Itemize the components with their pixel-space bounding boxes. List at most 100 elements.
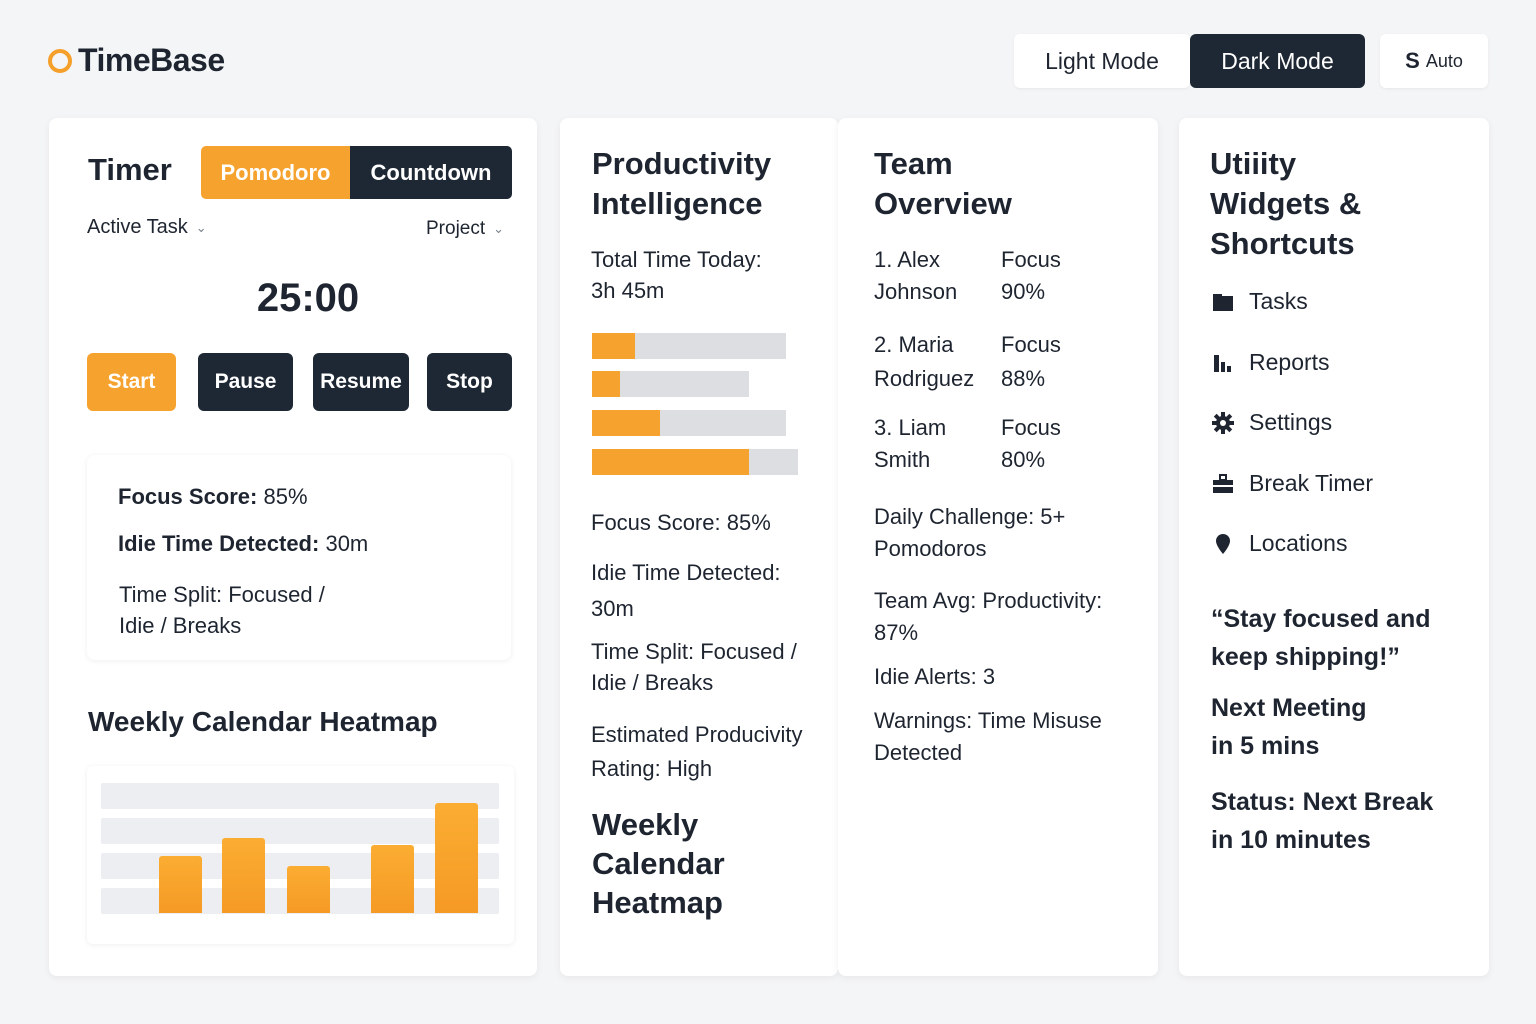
team-member-name-1: 2. Maria: [874, 332, 954, 357]
focus-score-label: Focus Score:: [118, 484, 258, 509]
productivity-bar: [592, 371, 749, 397]
idle-time: Idie Time Detected: 30m: [118, 531, 368, 557]
heatmap-title: Weekly Calendar Heatmap: [88, 706, 438, 737]
team-member-name-2: Johnson: [874, 279, 958, 304]
next-meeting-line-1: Next Meeting: [1211, 694, 1367, 722]
productivity-bar-fill: [592, 371, 620, 397]
total-time-today: Total Time Today: 3h 45m: [591, 244, 762, 306]
shortcut-locations[interactable]: Locations: [1211, 530, 1347, 557]
break-status: Status: Next Break in 10 minutes: [1211, 783, 1433, 859]
warnings: Warnings: Time Misuse Detected: [874, 705, 1102, 769]
idle-alerts: Idie Alerts: 3: [874, 664, 996, 689]
pause-button[interactable]: Pause: [198, 353, 293, 411]
focus-score-value: 85%: [263, 484, 308, 509]
team-title: Team Overview: [874, 144, 1012, 224]
auto-mode-button[interactable]: S Auto: [1380, 34, 1488, 88]
time-split-line-2: Idie / Breaks: [119, 613, 242, 638]
shortcut-reports[interactable]: Reports: [1211, 349, 1330, 376]
briefcase-icon: [1213, 473, 1233, 493]
map-pin-icon: [1216, 533, 1230, 554]
utility-title-line-1: Utiiity: [1210, 146, 1297, 181]
team-member[interactable]: 2. Maria Rodriguez: [874, 328, 974, 396]
team-title-line-1: Team: [874, 146, 953, 181]
logo-ring-icon: [48, 48, 72, 73]
start-button[interactable]: Start: [87, 353, 176, 411]
team-member-name-1: 1. Alex: [874, 247, 941, 272]
team-member-name-2: Rodriguez: [874, 366, 975, 391]
shortcut-tasks[interactable]: Tasks: [1211, 288, 1308, 315]
team-member-name-1: 3. Liam: [874, 415, 947, 440]
project-dropdown[interactable]: Project ⌄: [426, 218, 504, 240]
time-split-line-1: Time Split: Focused /: [119, 582, 325, 607]
timer-display: 25:00: [256, 276, 360, 320]
motivational-quote: “Stay focused and keep shipping!”: [1211, 600, 1431, 676]
warnings-line-2: Detected: [874, 740, 963, 765]
break-status-line-2: in 10 minutes: [1211, 826, 1371, 854]
daily-challenge-line-2: Pomodoros: [874, 536, 987, 561]
productivity-split-line-2: Idie / Breaks: [591, 670, 714, 695]
timer-title: Timer: [88, 152, 172, 187]
team-member[interactable]: 3. Liam Smith: [874, 412, 946, 476]
auto-mode-icon: S: [1405, 48, 1420, 73]
team-member-focus-value: 90%: [1001, 279, 1046, 304]
team-member-focus-label: Focus: [1001, 415, 1061, 440]
productivity-title-line-1: Productivity: [592, 146, 772, 181]
productivity-idle-time: Idie Time Detected: 30m: [591, 555, 781, 627]
productivity-heatmap-title: Weekly Calendar Heatmap: [592, 805, 725, 922]
heatmap-bar: [159, 856, 202, 913]
productivity-rating-line-2: Rating: High: [591, 756, 713, 781]
active-task-dropdown[interactable]: Active Task ⌄: [87, 216, 207, 239]
team-average-line-2: 87%: [874, 620, 919, 645]
productivity-bar: [592, 333, 786, 359]
total-time-value: 3h 45m: [591, 278, 665, 303]
chevron-down-icon: ⌄: [493, 221, 505, 236]
productivity-bar-fill: [592, 449, 749, 475]
tab-pomodoro[interactable]: Pomodoro: [201, 146, 350, 199]
team-member[interactable]: 1. Alex Johnson: [874, 244, 957, 308]
team-member-focus-label: Focus: [1001, 332, 1061, 357]
productivity-heatmap-line-2: Calendar: [592, 846, 725, 881]
tab-countdown[interactable]: Countdown: [350, 146, 512, 199]
team-member-focus-value: 88%: [1001, 366, 1046, 391]
auto-mode-label: Auto: [1425, 50, 1463, 71]
productivity-bar: [592, 449, 798, 475]
productivity-bar-fill: [592, 333, 635, 359]
productivity-title: Productivity Intelligence: [592, 144, 771, 224]
team-member-focus-label: Focus: [1001, 247, 1061, 272]
next-meeting: Next Meeting in 5 mins: [1211, 689, 1367, 765]
dark-mode-button[interactable]: Dark Mode: [1190, 34, 1365, 88]
heatmap-bar: [287, 866, 330, 913]
folder-icon: [1213, 293, 1233, 311]
next-meeting-line-2: in 5 mins: [1211, 732, 1320, 760]
shortcut-label: Reports: [1249, 349, 1330, 375]
productivity-split-line-1: Time Split: Focused /: [591, 639, 797, 664]
productivity-idle-line-1: Idie Time Detected:: [591, 560, 781, 585]
project-label: Project: [426, 218, 486, 239]
light-mode-button[interactable]: Light Mode: [1014, 34, 1190, 88]
utility-title-line-3: Shortcuts: [1210, 226, 1355, 261]
quote-line-1: “Stay focused and: [1211, 605, 1431, 633]
idle-time-value: 30m: [325, 531, 369, 556]
daily-challenge-line-1: Daily Challenge: 5+: [874, 504, 1066, 529]
team-average-line-1: Team Avg: Productivity:: [874, 588, 1103, 613]
productivity-heatmap-line-1: Weekly: [592, 807, 699, 842]
resume-button[interactable]: Resume: [313, 353, 409, 411]
team-member-focus: Focus 88%: [1001, 328, 1061, 396]
team-member-focus-value: 80%: [1001, 447, 1046, 472]
heatmap-bar: [222, 838, 265, 913]
total-time-label: Total Time Today:: [591, 247, 762, 272]
timer-mode-toggle: Pomodoro Countdown: [201, 146, 512, 199]
heatmap-bar: [371, 845, 414, 913]
stop-button[interactable]: Stop: [427, 353, 512, 411]
team-member-focus: Focus 90%: [1001, 244, 1061, 308]
shortcut-settings[interactable]: Settings: [1211, 409, 1332, 436]
productivity-bar-fill: [592, 410, 660, 436]
shortcut-break-timer[interactable]: Break Timer: [1211, 470, 1373, 497]
productivity-idle-line-2: 30m: [591, 596, 634, 621]
productivity-rating: Estimated Producivity Rating: High: [591, 718, 803, 786]
productivity-bar: [592, 410, 786, 436]
app-logo[interactable]: TimeBase: [48, 42, 225, 79]
gear-icon: [1212, 411, 1234, 434]
shortcut-label: Break Timer: [1249, 470, 1373, 496]
team-average: Team Avg: Productivity: 87%: [874, 585, 1102, 649]
